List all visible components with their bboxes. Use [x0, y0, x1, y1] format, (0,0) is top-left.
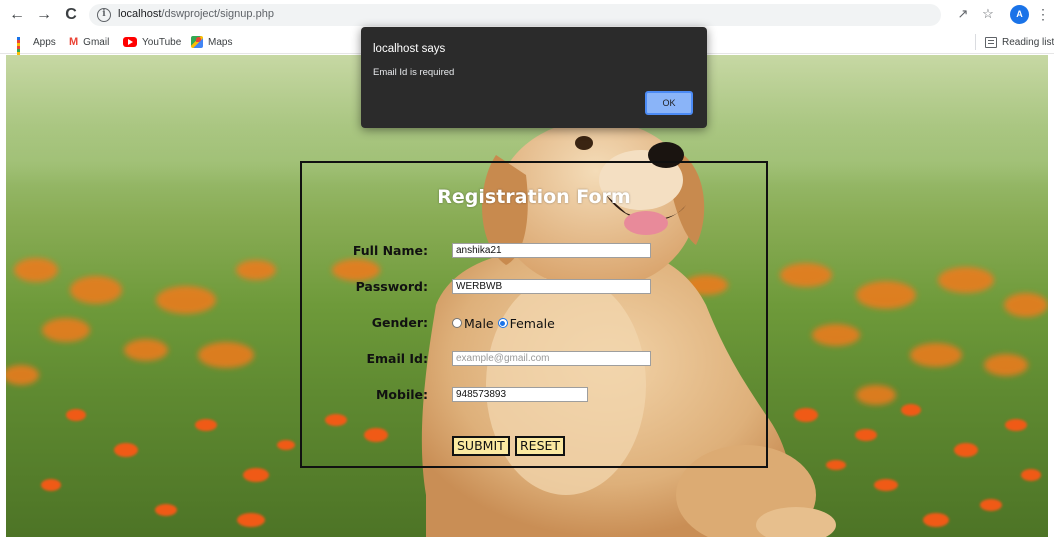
email-input[interactable]: example@gmail.com — [452, 351, 651, 366]
kebab-menu-icon[interactable]: ⋮ — [1036, 5, 1050, 23]
forward-arrow-icon[interactable]: → — [33, 4, 55, 26]
mobile-input[interactable]: 948573893 — [452, 387, 588, 402]
gender-radio-group: Male Female — [452, 315, 555, 331]
apps-grid-icon — [17, 36, 28, 64]
registration-form: Registration Form Full Name: anshika21 P… — [300, 161, 768, 468]
reading-list-label: Reading list — [1002, 36, 1054, 48]
youtube-icon — [123, 37, 137, 47]
gender-female-radio[interactable] — [497, 318, 508, 328]
maps-icon — [191, 36, 203, 48]
email-label: Email Id: — [366, 351, 428, 366]
gender-label: Gender: — [371, 315, 428, 330]
full-name-label: Full Name: — [352, 243, 428, 258]
url-host: localhost — [118, 8, 162, 20]
submit-button[interactable]: SUBMIT — [452, 436, 510, 456]
bookmark-apps[interactable]: Apps — [17, 35, 56, 64]
bookmark-gmail[interactable]: M Gmail — [69, 35, 109, 49]
gender-male-radio[interactable] — [452, 318, 462, 328]
url-text[interactable]: localhost/dswproject/signup.php — [118, 8, 274, 20]
form-title: Registration Form — [437, 186, 631, 208]
password-label: Password: — [355, 279, 428, 294]
reading-list-icon — [985, 36, 997, 48]
bookmark-label: Maps — [208, 36, 233, 48]
bookmark-label: Apps — [33, 36, 56, 48]
gender-male-label: Male — [464, 315, 494, 331]
password-input[interactable]: WERBWB — [452, 279, 651, 294]
reading-list-button[interactable]: Reading list — [985, 35, 1054, 49]
info-icon[interactable]: i — [97, 8, 111, 22]
browser-toolbar: ← → C i localhost/dswproject/signup.php … — [0, 0, 1054, 30]
avatar[interactable]: A — [1010, 5, 1029, 24]
bookmark-maps[interactable]: Maps — [191, 35, 232, 49]
bookmark-youtube[interactable]: YouTube — [123, 35, 181, 49]
dialog-message: Email Id is required — [373, 67, 455, 78]
share-icon[interactable]: ↗ — [954, 5, 972, 23]
gender-female-label: Female — [509, 315, 555, 331]
bookmarks-divider — [975, 34, 976, 50]
browser-window: ← → C i localhost/dswproject/signup.php … — [0, 0, 1054, 537]
ok-button[interactable]: OK — [645, 91, 693, 115]
star-icon[interactable]: ☆ — [979, 5, 997, 23]
address-bar[interactable]: i localhost/dswproject/signup.php — [89, 4, 941, 26]
back-arrow-icon[interactable]: ← — [6, 4, 28, 26]
alert-dialog: localhost says Email Id is required OK — [361, 27, 707, 128]
bookmark-label: YouTube — [142, 36, 182, 48]
dialog-title: localhost says — [373, 43, 446, 55]
gmail-icon: M — [69, 36, 79, 48]
url-path: /dswproject/signup.php — [161, 8, 274, 20]
full-name-input[interactable]: anshika21 — [452, 243, 651, 258]
mobile-label: Mobile: — [375, 387, 428, 402]
reset-button[interactable]: RESET — [515, 436, 566, 456]
reload-icon[interactable]: C — [60, 4, 82, 26]
bookmark-label: Gmail — [83, 36, 110, 48]
